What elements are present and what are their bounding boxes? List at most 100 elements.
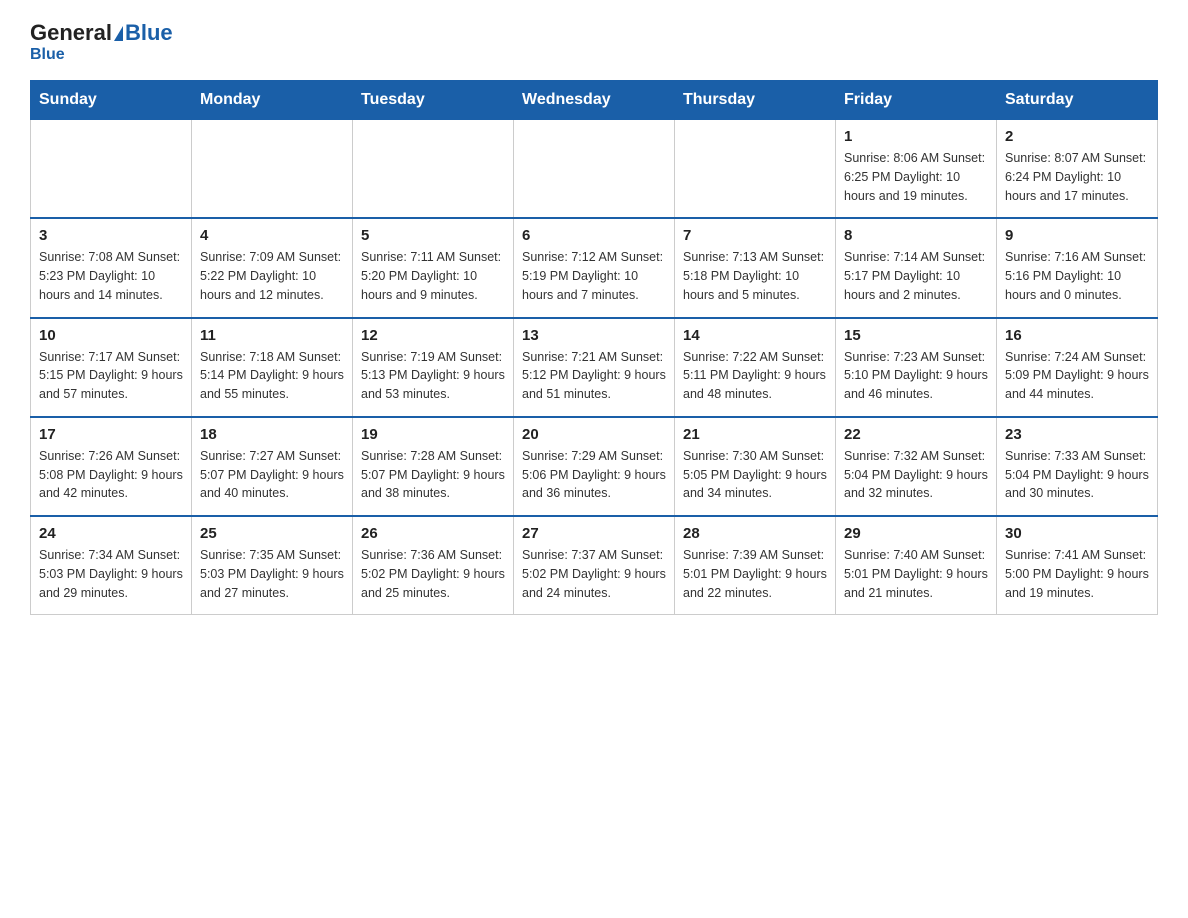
- day-info: Sunrise: 7:27 AM Sunset: 5:07 PM Dayligh…: [200, 447, 344, 503]
- logo-blue-label: Blue: [30, 46, 65, 64]
- calendar-cell: 11 Sunrise: 7:18 AM Sunset: 5:14 PM Dayli…: [192, 318, 353, 417]
- calendar-cell: 15 Sunrise: 7:23 AM Sunset: 5:10 PM Dayli…: [836, 318, 997, 417]
- day-info: Sunrise: 7:14 AM Sunset: 5:17 PM Dayligh…: [844, 248, 988, 304]
- logo-general: General: [30, 20, 112, 46]
- calendar-cell: 23 Sunrise: 7:33 AM Sunset: 5:04 PM Dayli…: [997, 417, 1158, 516]
- day-info: Sunrise: 7:11 AM Sunset: 5:20 PM Dayligh…: [361, 248, 505, 304]
- day-number: 30: [1005, 525, 1149, 542]
- day-number: 10: [39, 327, 183, 344]
- calendar-cell: 21 Sunrise: 7:30 AM Sunset: 5:05 PM Dayli…: [675, 417, 836, 516]
- calendar-cell: 27Sunrise: 7:37 AM Sunset: 5:02 PM Dayli…: [514, 516, 675, 615]
- day-number: 26: [361, 525, 505, 542]
- day-info: Sunrise: 7:26 AM Sunset: 5:08 PM Dayligh…: [39, 447, 183, 503]
- day-number: 5: [361, 227, 505, 244]
- day-info: Sunrise: 7:13 AM Sunset: 5:18 PM Dayligh…: [683, 248, 827, 304]
- weekday-header-saturday: Saturday: [997, 81, 1158, 120]
- day-info: Sunrise: 7:24 AM Sunset: 5:09 PM Dayligh…: [1005, 348, 1149, 404]
- day-number: 1: [844, 128, 988, 145]
- day-number: 2: [1005, 128, 1149, 145]
- calendar-week-4: 24Sunrise: 7:34 AM Sunset: 5:03 PM Dayli…: [31, 516, 1158, 615]
- day-info: Sunrise: 8:07 AM Sunset: 6:24 PM Dayligh…: [1005, 149, 1149, 205]
- day-info: Sunrise: 7:23 AM Sunset: 5:10 PM Dayligh…: [844, 348, 988, 404]
- day-number: 24: [39, 525, 183, 542]
- calendar-week-1: 3Sunrise: 7:08 AM Sunset: 5:23 PM Daylig…: [31, 218, 1158, 317]
- day-info: Sunrise: 7:29 AM Sunset: 5:06 PM Dayligh…: [522, 447, 666, 503]
- calendar-cell: 20Sunrise: 7:29 AM Sunset: 5:06 PM Dayli…: [514, 417, 675, 516]
- calendar-cell: 12 Sunrise: 7:19 AM Sunset: 5:13 PM Dayli…: [353, 318, 514, 417]
- day-info: Sunrise: 7:40 AM Sunset: 5:01 PM Dayligh…: [844, 546, 988, 602]
- calendar-cell: [675, 120, 836, 219]
- calendar-cell: [31, 120, 192, 219]
- day-number: 23: [1005, 426, 1149, 443]
- day-number: 29: [844, 525, 988, 542]
- day-info: Sunrise: 7:41 AM Sunset: 5:00 PM Dayligh…: [1005, 546, 1149, 602]
- day-number: 21: [683, 426, 827, 443]
- logo-blue-text: Blue: [125, 20, 173, 46]
- calendar-week-2: 10 Sunrise: 7:17 AM Sunset: 5:15 PM Dayli…: [31, 318, 1158, 417]
- day-info: Sunrise: 7:09 AM Sunset: 5:22 PM Dayligh…: [200, 248, 344, 304]
- calendar-cell: 28 Sunrise: 7:39 AM Sunset: 5:01 PM Dayli…: [675, 516, 836, 615]
- calendar-cell: 13Sunrise: 7:21 AM Sunset: 5:12 PM Dayli…: [514, 318, 675, 417]
- calendar-cell: 5 Sunrise: 7:11 AM Sunset: 5:20 PM Daylig…: [353, 218, 514, 317]
- day-info: Sunrise: 7:35 AM Sunset: 5:03 PM Dayligh…: [200, 546, 344, 602]
- calendar-cell: 16 Sunrise: 7:24 AM Sunset: 5:09 PM Dayli…: [997, 318, 1158, 417]
- calendar-header-row: SundayMondayTuesdayWednesdayThursdayFrid…: [31, 81, 1158, 120]
- day-number: 12: [361, 327, 505, 344]
- day-info: Sunrise: 7:33 AM Sunset: 5:04 PM Dayligh…: [1005, 447, 1149, 503]
- day-info: Sunrise: 7:37 AM Sunset: 5:02 PM Dayligh…: [522, 546, 666, 602]
- calendar-cell: 9 Sunrise: 7:16 AM Sunset: 5:16 PM Daylig…: [997, 218, 1158, 317]
- day-info: Sunrise: 8:06 AM Sunset: 6:25 PM Dayligh…: [844, 149, 988, 205]
- calendar-cell: [514, 120, 675, 219]
- calendar-cell: 30 Sunrise: 7:41 AM Sunset: 5:00 PM Dayli…: [997, 516, 1158, 615]
- calendar-cell: 25 Sunrise: 7:35 AM Sunset: 5:03 PM Dayli…: [192, 516, 353, 615]
- day-info: Sunrise: 7:28 AM Sunset: 5:07 PM Dayligh…: [361, 447, 505, 503]
- calendar-cell: 1 Sunrise: 8:06 AM Sunset: 6:25 PM Daylig…: [836, 120, 997, 219]
- day-number: 13: [522, 327, 666, 344]
- day-number: 17: [39, 426, 183, 443]
- calendar-cell: [353, 120, 514, 219]
- weekday-header-tuesday: Tuesday: [353, 81, 514, 120]
- day-number: 28: [683, 525, 827, 542]
- day-number: 4: [200, 227, 344, 244]
- calendar-cell: 22Sunrise: 7:32 AM Sunset: 5:04 PM Dayli…: [836, 417, 997, 516]
- day-info: Sunrise: 7:17 AM Sunset: 5:15 PM Dayligh…: [39, 348, 183, 404]
- calendar-table: SundayMondayTuesdayWednesdayThursdayFrid…: [30, 80, 1158, 615]
- day-info: Sunrise: 7:19 AM Sunset: 5:13 PM Dayligh…: [361, 348, 505, 404]
- day-number: 15: [844, 327, 988, 344]
- day-number: 25: [200, 525, 344, 542]
- day-number: 16: [1005, 327, 1149, 344]
- day-info: Sunrise: 7:39 AM Sunset: 5:01 PM Dayligh…: [683, 546, 827, 602]
- calendar-cell: 26Sunrise: 7:36 AM Sunset: 5:02 PM Dayli…: [353, 516, 514, 615]
- calendar-cell: 4 Sunrise: 7:09 AM Sunset: 5:22 PM Daylig…: [192, 218, 353, 317]
- day-info: Sunrise: 7:12 AM Sunset: 5:19 PM Dayligh…: [522, 248, 666, 304]
- day-number: 19: [361, 426, 505, 443]
- day-number: 7: [683, 227, 827, 244]
- calendar-cell: [192, 120, 353, 219]
- weekday-header-friday: Friday: [836, 81, 997, 120]
- weekday-header-wednesday: Wednesday: [514, 81, 675, 120]
- calendar-cell: 6 Sunrise: 7:12 AM Sunset: 5:19 PM Daylig…: [514, 218, 675, 317]
- day-number: 18: [200, 426, 344, 443]
- calendar-cell: 18 Sunrise: 7:27 AM Sunset: 5:07 PM Dayli…: [192, 417, 353, 516]
- calendar-week-3: 17 Sunrise: 7:26 AM Sunset: 5:08 PM Dayli…: [31, 417, 1158, 516]
- day-number: 14: [683, 327, 827, 344]
- weekday-header-thursday: Thursday: [675, 81, 836, 120]
- calendar-cell: 2 Sunrise: 8:07 AM Sunset: 6:24 PM Daylig…: [997, 120, 1158, 219]
- logo-triangle-icon: [114, 26, 123, 41]
- day-number: 22: [844, 426, 988, 443]
- weekday-header-monday: Monday: [192, 81, 353, 120]
- day-info: Sunrise: 7:30 AM Sunset: 5:05 PM Dayligh…: [683, 447, 827, 503]
- day-number: 8: [844, 227, 988, 244]
- day-info: Sunrise: 7:16 AM Sunset: 5:16 PM Dayligh…: [1005, 248, 1149, 304]
- day-info: Sunrise: 7:18 AM Sunset: 5:14 PM Dayligh…: [200, 348, 344, 404]
- day-number: 11: [200, 327, 344, 344]
- logo: General Blue Blue: [30, 20, 173, 64]
- calendar-cell: 19 Sunrise: 7:28 AM Sunset: 5:07 PM Dayli…: [353, 417, 514, 516]
- day-number: 9: [1005, 227, 1149, 244]
- day-info: Sunrise: 7:08 AM Sunset: 5:23 PM Dayligh…: [39, 248, 183, 304]
- calendar-cell: 29 Sunrise: 7:40 AM Sunset: 5:01 PM Dayli…: [836, 516, 997, 615]
- calendar-week-0: 1 Sunrise: 8:06 AM Sunset: 6:25 PM Daylig…: [31, 120, 1158, 219]
- calendar-cell: 7 Sunrise: 7:13 AM Sunset: 5:18 PM Daylig…: [675, 218, 836, 317]
- calendar-cell: 3Sunrise: 7:08 AM Sunset: 5:23 PM Daylig…: [31, 218, 192, 317]
- day-number: 6: [522, 227, 666, 244]
